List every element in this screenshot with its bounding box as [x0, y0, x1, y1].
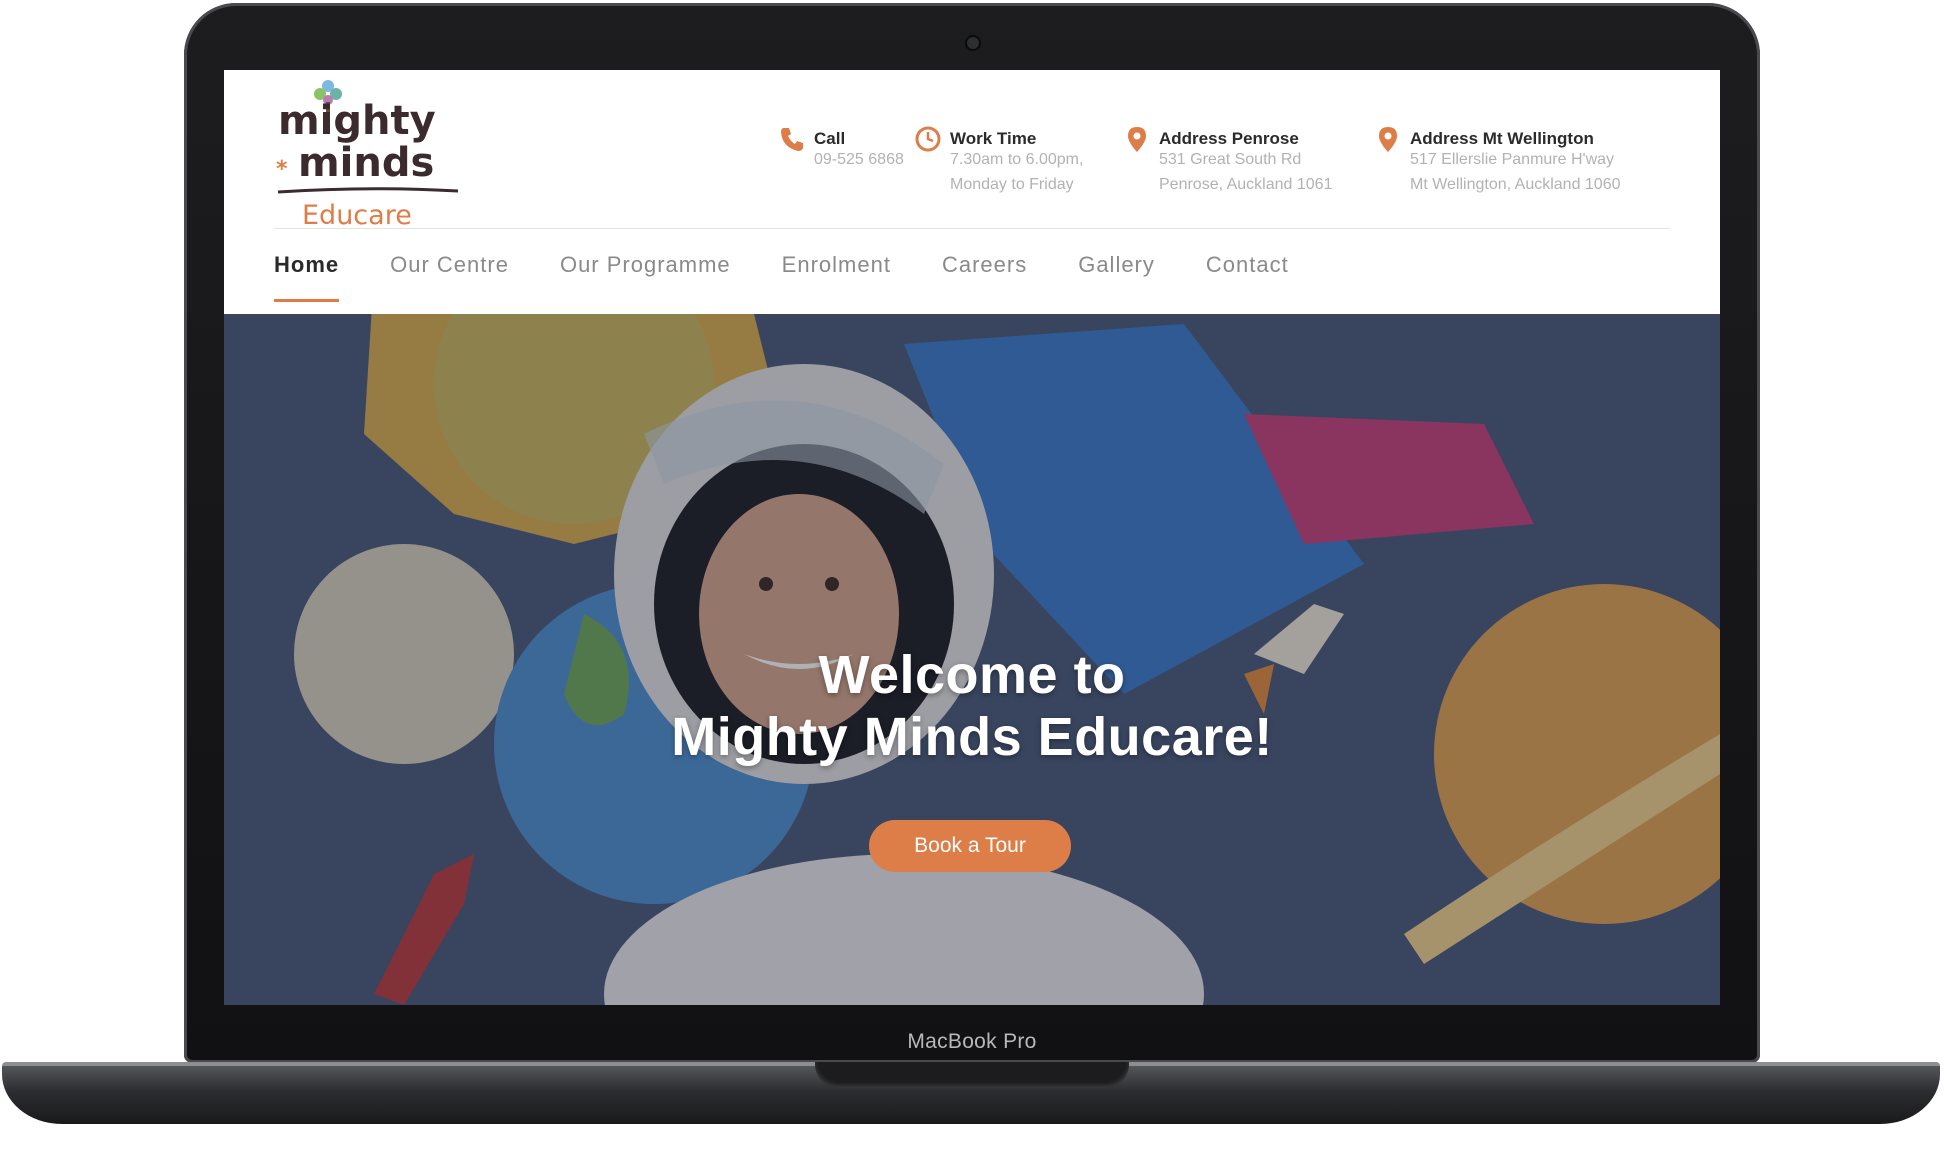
laptop-notch [815, 1062, 1129, 1088]
asterisk-icon: * [276, 157, 288, 182]
nav-item-home[interactable]: Home [274, 252, 340, 302]
address-penrose-line1: 531 Great South Rd [1159, 151, 1302, 168]
header-divider [274, 228, 1670, 229]
address-mt-wellington-line2: Mt Wellington, Auckland 1060 [1410, 176, 1621, 193]
nav-item-careers[interactable]: Careers [942, 252, 1027, 302]
call-number[interactable]: 09-525 6868 [814, 151, 904, 169]
location-pin-icon [1128, 127, 1146, 152]
clock-icon [915, 126, 941, 152]
address-penrose-title: Address Penrose [1159, 129, 1299, 148]
address-penrose-line2: Penrose, Auckland 1061 [1159, 176, 1333, 193]
book-a-tour-button[interactable]: Book a Tour [869, 820, 1071, 872]
device-label: MacBook Pro [907, 1030, 1037, 1053]
main-nav: Home Our Centre Our Programme Enrolment … [274, 252, 1340, 302]
work-time-title: Work Time [950, 129, 1037, 148]
site-logo[interactable]: mighty * minds Educare [274, 74, 464, 234]
nav-item-enrolment[interactable]: Enrolment [782, 252, 891, 302]
hero-title-line1: Welcome to [818, 645, 1126, 705]
nav-item-contact[interactable]: Contact [1206, 252, 1289, 302]
work-time-line1: 7.30am to 6.00pm, [950, 151, 1084, 168]
hero-banner: Welcome to Mighty Minds Educare! Book a … [224, 314, 1720, 1005]
logo-line1: mighty [278, 98, 436, 144]
nav-item-our-centre[interactable]: Our Centre [390, 252, 509, 302]
phone-icon [781, 128, 803, 151]
logo-line3: Educare [302, 200, 412, 231]
nav-item-our-programme[interactable]: Our Programme [560, 252, 731, 302]
nav-item-gallery[interactable]: Gallery [1078, 252, 1155, 302]
webcam-icon [967, 37, 979, 49]
location-pin-icon [1379, 127, 1397, 152]
call-title: Call [814, 129, 846, 148]
site-header: mighty * minds Educare Call 09-525 6868 … [224, 70, 1720, 314]
work-time-line2: Monday to Friday [950, 176, 1074, 193]
hero-title-line2: Mighty Minds Educare! [671, 707, 1273, 767]
logo-line2: minds [298, 140, 434, 186]
browser-screen: mighty * minds Educare Call 09-525 6868 … [224, 70, 1720, 1005]
address-mt-wellington-title: Address Mt Wellington [1410, 129, 1594, 148]
address-mt-wellington-line1: 517 Ellerslie Panmure H'way [1410, 151, 1615, 168]
